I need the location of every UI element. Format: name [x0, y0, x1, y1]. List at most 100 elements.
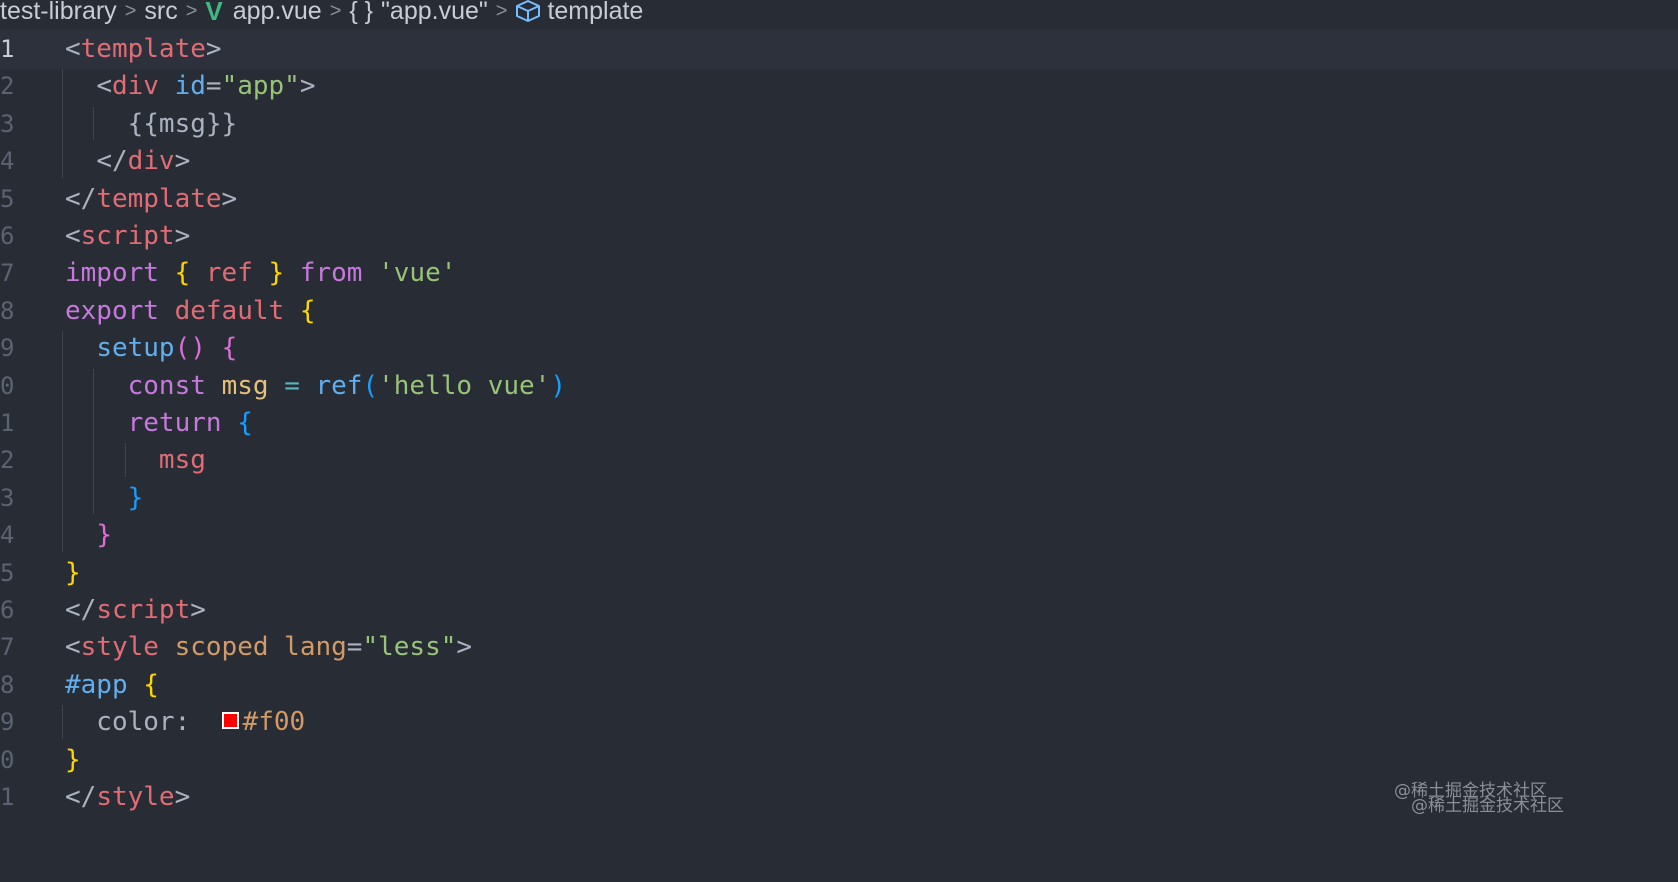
- code-line[interactable]: 5}: [0, 553, 1678, 593]
- code-token: </: [96, 146, 128, 177]
- code-token: "less": [362, 632, 457, 663]
- indent-guide: [62, 69, 63, 178]
- indent-guide: [62, 705, 63, 739]
- code-token: }: [96, 520, 112, 551]
- code-token: default: [174, 295, 285, 326]
- code-token: template: [96, 183, 222, 214]
- code-line[interactable]: 0 const msg = ref('hello vue'): [0, 366, 1678, 406]
- code-line[interactable]: 5 </template>: [0, 179, 1678, 219]
- code-text: </template>: [65, 179, 237, 219]
- code-token: script: [80, 221, 175, 251]
- code-text: const msg = ref('hello vue'): [65, 366, 566, 406]
- code-editor[interactable]: 1 <template> 2 <div id="app"> 3 {{msg}} 4 </…: [0, 29, 1678, 882]
- line-number: 0: [0, 745, 15, 774]
- code-text: <script>: [65, 216, 190, 256]
- code-line[interactable]: 9 setup() {: [0, 328, 1678, 368]
- code-text: </style>: [65, 777, 190, 817]
- code-token: >: [456, 632, 473, 663]
- code-line[interactable]: 8 #app {: [0, 665, 1678, 705]
- code-line[interactable]: 2 <div id="app">: [0, 66, 1678, 106]
- cube-icon: [515, 0, 541, 22]
- code-token: =: [205, 71, 222, 102]
- code-text: export default {: [65, 291, 315, 331]
- code-line[interactable]: 3 }: [0, 478, 1678, 518]
- breadcrumb-item-project[interactable]: test-library: [0, 0, 117, 24]
- code-token: "app": [221, 71, 300, 102]
- code-token: id: [174, 71, 206, 102]
- code-token: ref: [205, 258, 253, 289]
- line-number: 9: [0, 334, 15, 363]
- code-line[interactable]: 7 import { ref } from 'vue': [0, 253, 1678, 293]
- code-text: }: [65, 478, 144, 518]
- code-token: {: [221, 333, 238, 364]
- line-number: 6: [0, 596, 15, 624]
- code-line[interactable]: 6 </script>: [0, 590, 1678, 630]
- code-token: {: [237, 408, 253, 438]
- breadcrumb-item-template[interactable]: template: [547, 0, 643, 24]
- code-token: style: [96, 782, 175, 812]
- code-token: const: [127, 370, 206, 401]
- code-line[interactable]: 9 color: #f00: [0, 702, 1678, 742]
- code-token: (: [362, 370, 379, 401]
- code-line[interactable]: 6 <script>: [0, 216, 1678, 256]
- code-token: >: [174, 146, 191, 177]
- code-line[interactable]: 1 <template>: [0, 29, 1678, 69]
- code-line[interactable]: 4 </div>: [0, 141, 1678, 181]
- code-text: }: [65, 553, 81, 593]
- code-text: <style scoped lang="less">: [65, 627, 472, 667]
- code-line[interactable]: 4 }: [0, 515, 1678, 555]
- code-token: }: [268, 258, 285, 289]
- code-token: >: [190, 595, 206, 625]
- line-number: 8: [0, 296, 15, 325]
- code-token: import: [65, 258, 159, 289]
- code-line[interactable]: 2 msg: [0, 440, 1678, 480]
- line-number: 4: [0, 521, 15, 550]
- code-token: {: [174, 258, 191, 289]
- code-text: }: [65, 515, 112, 555]
- code-text: <template>: [65, 29, 222, 69]
- code-token: }: [127, 482, 144, 513]
- code-token: (): [174, 333, 206, 364]
- line-number: 6: [0, 222, 15, 250]
- code-token: 'hello vue': [378, 370, 551, 401]
- code-token: <: [96, 71, 112, 102]
- code-line[interactable]: 1 return {: [0, 403, 1678, 443]
- code-token: ): [550, 370, 566, 401]
- code-token: >: [299, 71, 316, 102]
- breadcrumb-item-folder[interactable]: src: [144, 0, 177, 24]
- code-line[interactable]: 8 export default {: [0, 291, 1678, 331]
- line-number: 7: [0, 259, 15, 288]
- breadcrumb-item-object[interactable]: "app.vue": [381, 0, 488, 24]
- code-token: }: [65, 557, 81, 588]
- breadcrumb-item-file[interactable]: app.vue: [233, 0, 322, 24]
- code-line[interactable]: 0}: [0, 740, 1678, 780]
- code-token: >: [174, 221, 191, 251]
- line-number: 4: [0, 147, 15, 176]
- color-swatch-icon[interactable]: [221, 712, 239, 730]
- line-number: 1: [0, 35, 15, 63]
- chevron-right-icon: >: [329, 0, 342, 22]
- code-token: }: [65, 744, 81, 775]
- code-token: =: [284, 370, 300, 401]
- line-number: 2: [0, 446, 15, 475]
- code-token: color:: [65, 707, 222, 738]
- code-token: lang: [284, 632, 347, 663]
- code-line[interactable]: 7 <style scoped lang="less">: [0, 627, 1678, 667]
- watermark: @稀土掘金技术社区: [1411, 796, 1564, 816]
- code-token: from: [299, 258, 363, 289]
- code-token: template: [80, 34, 206, 64]
- code-line[interactable]: 3 {{msg}}: [0, 104, 1678, 144]
